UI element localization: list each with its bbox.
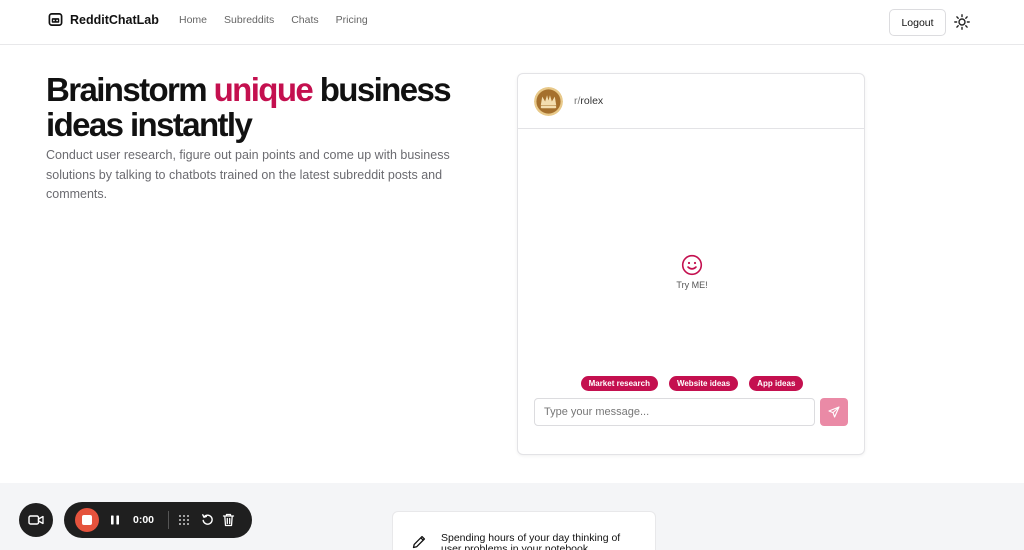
hero-subtitle: Conduct user research, figure out pain p… — [46, 148, 450, 201]
subreddit-title: rolex — [580, 95, 604, 107]
chat-header: r/rolex — [518, 74, 864, 129]
nav-subreddits[interactable]: Subreddits — [224, 14, 274, 26]
stop-recording-button[interactable] — [75, 508, 99, 532]
chip-website-ideas[interactable]: Website ideas — [668, 376, 739, 391]
logout-button[interactable]: Logout — [889, 9, 946, 36]
nav-home[interactable]: Home — [179, 14, 207, 26]
hero-title: Brainstorm unique business ideas instant… — [46, 72, 496, 142]
pause-icon[interactable] — [109, 514, 121, 526]
restart-icon[interactable] — [201, 513, 214, 526]
recording-timer: 0:00 — [133, 514, 155, 526]
subreddit-avatar — [534, 86, 563, 116]
pencil-icon — [412, 535, 426, 549]
main-nav: Home Subreddits Chats Pricing — [179, 14, 368, 26]
chat-empty-state: Try ME! — [518, 254, 866, 290]
brand-name: RedditChatLab — [70, 12, 159, 27]
top-navbar: RedditChatLab Home Subreddits Chats Pric… — [0, 0, 1024, 45]
page: RedditChatLab Home Subreddits Chats Pric… — [0, 0, 1024, 550]
trash-icon[interactable] — [222, 513, 235, 527]
chat-panel: r/rolex Try ME! Market research Website … — [517, 73, 865, 455]
toolbar-divider — [168, 511, 169, 529]
send-button[interactable] — [820, 398, 848, 426]
chat-bot-icon — [48, 13, 63, 26]
suggestion-chips: Market research Website ideas App ideas — [518, 376, 866, 391]
chip-market-research[interactable]: Market research — [580, 376, 658, 391]
smile-icon — [681, 254, 703, 276]
camera-button[interactable] — [19, 503, 53, 537]
feature-card: Spending hours of your day thinking of u… — [392, 511, 656, 550]
hero-title-start: Brainstorm — [46, 71, 214, 108]
try-me-label: Try ME! — [676, 280, 708, 290]
send-icon — [828, 406, 840, 418]
chip-app-ideas[interactable]: App ideas — [749, 376, 804, 391]
feature-text: Spending hours of your day thinking of u… — [441, 532, 621, 550]
brand-logo[interactable]: RedditChatLab — [48, 12, 159, 27]
hero-title-accent: unique — [213, 71, 314, 108]
recording-toolbar: 0:00 — [64, 502, 252, 538]
sun-icon[interactable] — [954, 14, 970, 30]
message-input[interactable] — [534, 398, 815, 426]
nav-chats[interactable]: Chats — [291, 14, 318, 26]
subreddit-name: r/rolex — [574, 95, 603, 107]
nav-pricing[interactable]: Pricing — [336, 14, 368, 26]
video-camera-icon — [28, 515, 44, 525]
dots-grid-icon[interactable] — [178, 514, 190, 526]
stop-icon — [82, 515, 92, 525]
